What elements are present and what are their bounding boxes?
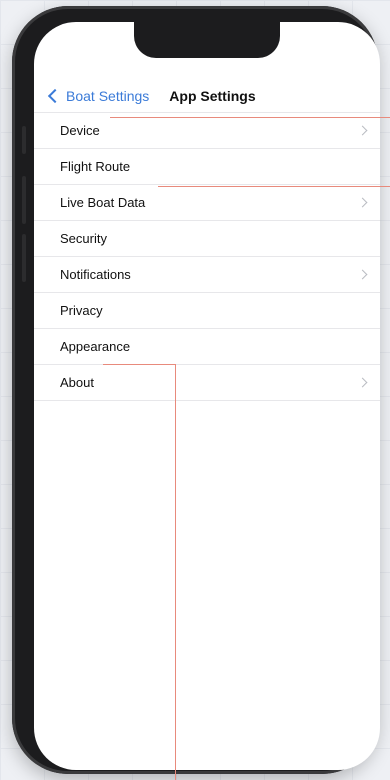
settings-row-appearance[interactable]: Appearance xyxy=(34,329,380,365)
chevron-left-icon xyxy=(47,88,63,104)
settings-row-live-boat-data[interactable]: Live Boat Data xyxy=(34,185,380,221)
settings-row-about[interactable]: About xyxy=(34,365,380,401)
settings-row-privacy[interactable]: Privacy xyxy=(34,293,380,329)
settings-list: Device Flight Route Live Boat Data Secur… xyxy=(34,112,380,401)
callout-line-live-boat-data xyxy=(158,186,390,187)
settings-row-label: Notifications xyxy=(60,267,131,282)
settings-row-device[interactable]: Device xyxy=(34,113,380,149)
mute-switch xyxy=(22,126,26,154)
settings-row-security[interactable]: Security xyxy=(34,221,380,257)
volume-down-button xyxy=(22,234,26,282)
settings-row-notifications[interactable]: Notifications xyxy=(34,257,380,293)
notch xyxy=(134,22,280,58)
settings-row-label: Live Boat Data xyxy=(60,195,146,210)
chevron-right-icon xyxy=(357,377,368,388)
chevron-right-icon xyxy=(357,269,368,280)
callout-line-about-vertical xyxy=(175,364,176,780)
phone-frame: Boat Settings App Settings Device Flight… xyxy=(12,6,380,774)
settings-row-flight-route[interactable]: Flight Route xyxy=(34,149,380,185)
volume-up-button xyxy=(22,176,26,224)
callout-line-about xyxy=(103,364,175,365)
callout-line-device xyxy=(110,117,390,118)
chevron-right-icon xyxy=(357,197,368,208)
navigation-bar: Boat Settings App Settings xyxy=(34,78,380,114)
back-button-label: Boat Settings xyxy=(66,88,150,104)
settings-row-label: Device xyxy=(60,123,100,138)
chevron-right-icon xyxy=(357,125,368,136)
settings-row-label: Appearance xyxy=(60,339,131,354)
settings-row-label: Privacy xyxy=(60,303,103,318)
settings-row-label: Security xyxy=(60,231,107,246)
settings-row-label: About xyxy=(60,375,94,390)
page-title: App Settings xyxy=(169,88,256,104)
settings-row-label: Flight Route xyxy=(60,159,131,174)
phone-screen: Boat Settings App Settings Device Flight… xyxy=(34,22,380,770)
back-button[interactable]: Boat Settings xyxy=(47,88,150,104)
